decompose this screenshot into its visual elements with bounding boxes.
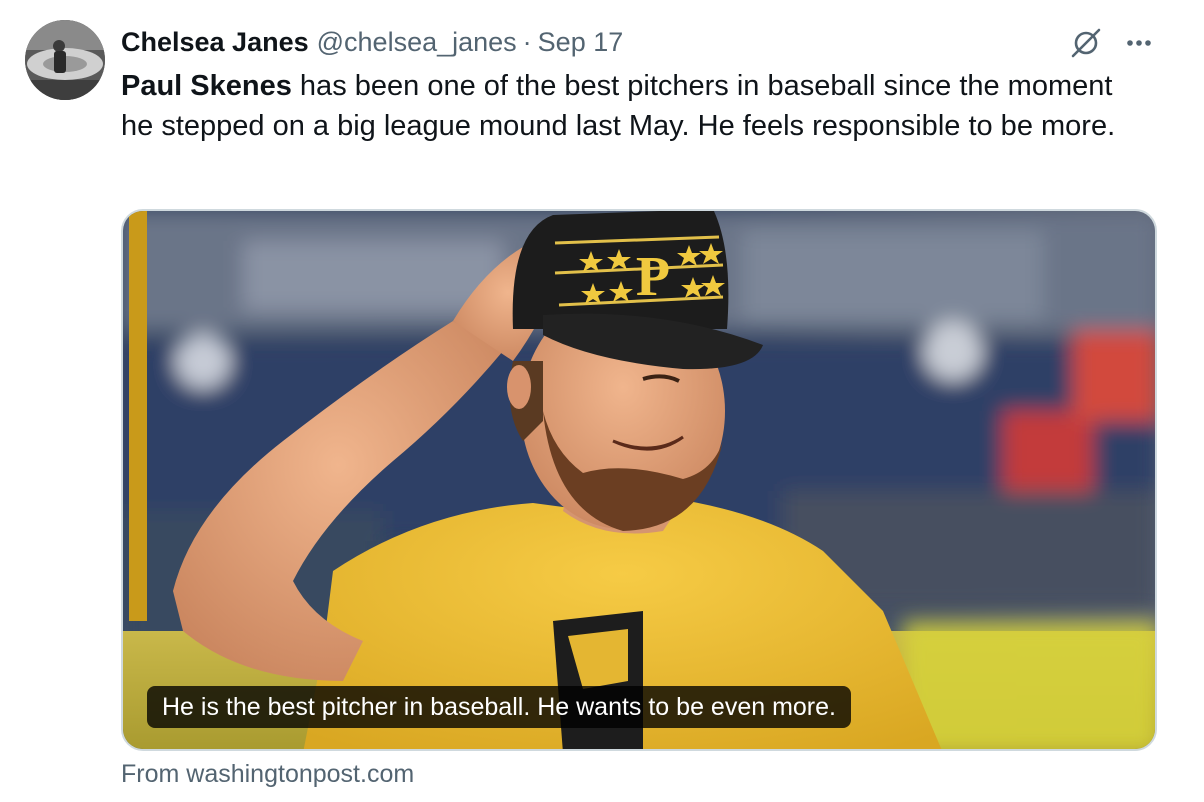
card-caption: He is the best pitcher in baseball. He w… xyxy=(147,686,851,728)
tweet-date[interactable]: Sep 17 xyxy=(538,27,624,58)
cap-logo: P xyxy=(636,246,670,308)
author-handle[interactable]: @chelsea_janes xyxy=(317,27,517,58)
author-name[interactable]: Chelsea Janes xyxy=(121,27,309,58)
avatar-image xyxy=(25,20,105,100)
card-source-link[interactable]: From washingtonpost.com xyxy=(121,760,414,789)
grok-icon[interactable] xyxy=(1069,26,1103,60)
tweet-text: Paul Skenes has been one of the best pit… xyxy=(121,66,1151,146)
separator-dot: · xyxy=(522,26,532,57)
tweet[interactable]: Chelsea Janes @chelsea_janes · Sep 17 Pa… xyxy=(0,0,1204,802)
more-horizontal-icon[interactable] xyxy=(1122,26,1156,60)
tweet-text-mention: Paul Skenes xyxy=(121,70,292,102)
tweet-header: Chelsea Janes @chelsea_janes · Sep 17 xyxy=(121,22,623,62)
card-photo: P xyxy=(123,211,1155,749)
avatar[interactable] xyxy=(25,20,105,100)
link-card[interactable]: P xyxy=(121,209,1157,751)
